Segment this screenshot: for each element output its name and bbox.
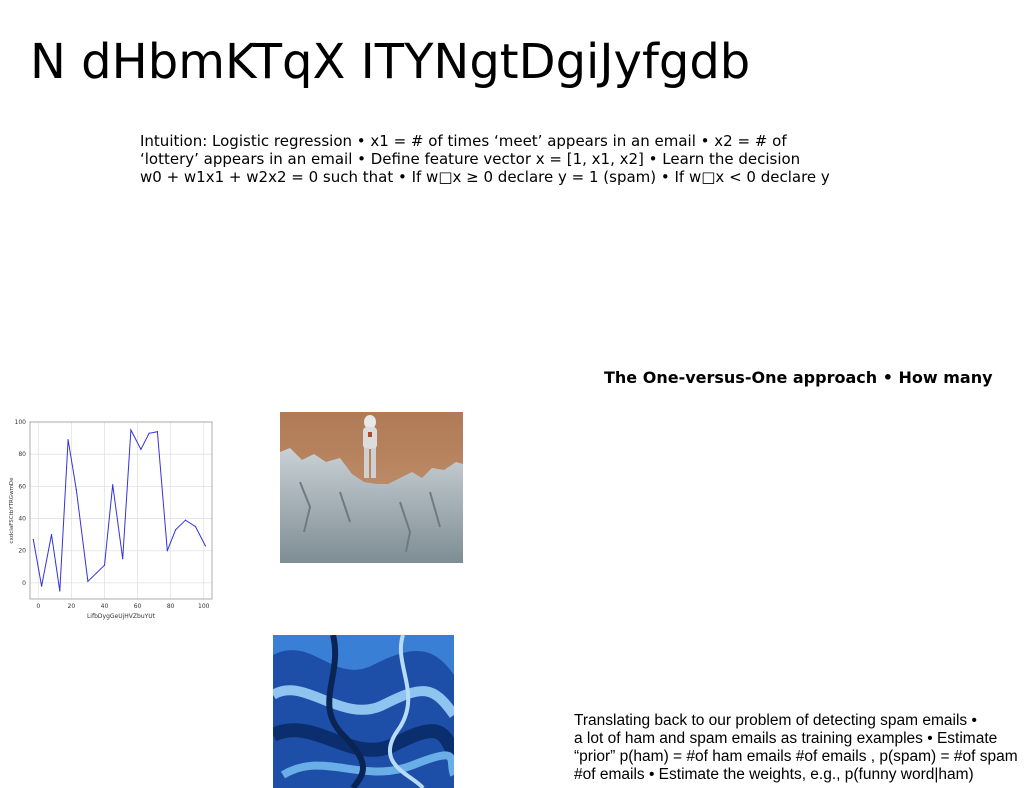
data-point — [166, 550, 168, 552]
intuition-paragraph: Intuition: Logistic regression • x1 = # … — [140, 132, 830, 186]
blue-abstract-texture-image — [273, 635, 454, 788]
data-point — [87, 580, 89, 582]
y-tick-label: 0 — [22, 580, 26, 587]
astronaut-photo — [280, 412, 463, 563]
paragraph-line: Intuition: Logistic regression • x1 = # … — [140, 132, 787, 150]
x-tick-label: 80 — [167, 603, 175, 610]
x-tick-label: 60 — [134, 603, 142, 610]
page-title: N dHbmKTqX ITYNgtDgiJyfgdb — [30, 34, 751, 90]
data-point — [75, 488, 77, 491]
data-point — [175, 529, 177, 531]
data-point — [148, 432, 150, 434]
x-tick-label: 40 — [101, 603, 109, 610]
data-point — [50, 534, 53, 536]
paragraph-line: a lot of ham and spam emails as training… — [574, 730, 998, 747]
line-chart: 0 20 40 60 80 100 0 20 40 60 80 100 LifbDygGeUjHVZbu… — [9, 419, 213, 620]
y-tick-label: 20 — [18, 548, 26, 555]
astronaut-on-cliff-image — [280, 412, 463, 563]
one-vs-one-heading: The One-versus-One approach • How many — [604, 368, 993, 387]
y-tick-label: 80 — [18, 451, 26, 458]
data-point — [67, 439, 69, 441]
data-point — [156, 431, 158, 433]
data-point — [204, 545, 206, 547]
x-tick-label: 100 — [198, 603, 210, 610]
data-point — [59, 590, 61, 592]
data-point — [103, 564, 106, 566]
x-axis-label: LifbDygGeUjHVZbuYUt — [87, 613, 156, 620]
data-point — [194, 525, 197, 528]
blue-texture-photo — [273, 635, 454, 788]
data-point — [140, 448, 142, 450]
data-point — [122, 558, 124, 560]
data-point — [130, 429, 132, 431]
y-axis-label: cxdcIaFSCtbYTRGwmDe — [9, 477, 15, 544]
data-point — [184, 519, 187, 521]
spam-detection-paragraph: Translating back to our problem of detec… — [574, 712, 1024, 784]
x-tick-label: 20 — [68, 603, 76, 610]
data-point — [112, 484, 114, 486]
paragraph-line: w0 + w1x1 + w2x2 = 0 such that • If w□x … — [140, 168, 830, 186]
paragraph-line: “prior” p(ham) = #of ham emails #of emai… — [574, 748, 1018, 765]
data-point — [32, 538, 34, 541]
paragraph-line: ‘lottery’ appears in an email • Define f… — [140, 150, 801, 168]
y-tick-label: 100 — [15, 419, 27, 426]
x-tick-label: 0 — [36, 603, 40, 610]
paragraph-line: Translating back to our problem of detec… — [574, 712, 977, 729]
y-tick-label: 40 — [18, 516, 26, 523]
data-point — [95, 572, 97, 574]
paragraph-line: #of emails • Estimate the weights, e.g.,… — [574, 766, 974, 783]
data-point — [40, 585, 43, 587]
y-tick-label: 60 — [18, 483, 26, 490]
